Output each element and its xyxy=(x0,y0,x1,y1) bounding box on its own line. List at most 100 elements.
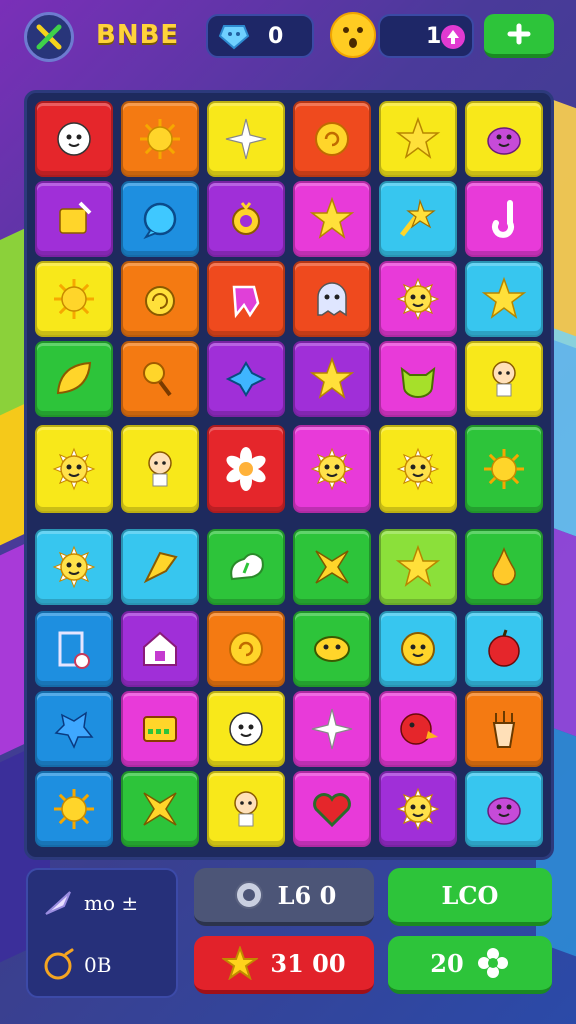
fish-icon xyxy=(314,636,350,662)
board-tile[interactable] xyxy=(121,529,199,605)
board-tile[interactable] xyxy=(465,611,543,687)
board-tile[interactable] xyxy=(379,425,457,513)
flower-icon xyxy=(477,948,508,978)
sun-icon xyxy=(54,789,94,829)
board-tile[interactable] xyxy=(207,691,285,767)
add-button[interactable] xyxy=(484,14,554,58)
board-tile[interactable] xyxy=(35,181,113,257)
board-tile[interactable] xyxy=(465,261,543,337)
mitten-icon xyxy=(232,285,260,319)
green-top-label: LCO xyxy=(441,880,499,910)
gems-counter: 0 xyxy=(206,14,314,58)
board-tile[interactable] xyxy=(293,341,371,417)
board-tile[interactable] xyxy=(465,341,543,417)
board-tile[interactable] xyxy=(379,341,457,417)
board-tile[interactable] xyxy=(293,529,371,605)
board-tile[interactable] xyxy=(207,611,285,687)
board-tile[interactable] xyxy=(121,611,199,687)
board-tile[interactable] xyxy=(465,425,543,513)
board-tile[interactable] xyxy=(121,181,199,257)
sun-face-icon xyxy=(52,447,96,491)
board-tile[interactable] xyxy=(379,181,457,257)
board-tile[interactable] xyxy=(207,181,285,257)
board-tile[interactable] xyxy=(293,261,371,337)
board-tile[interactable] xyxy=(121,771,199,847)
star-icon xyxy=(309,356,355,399)
plus-icon xyxy=(507,23,531,45)
board-tile[interactable] xyxy=(35,425,113,513)
sun-icon xyxy=(140,119,180,159)
board-tile[interactable] xyxy=(465,691,543,767)
menu-button[interactable] xyxy=(24,12,74,62)
blob-icon xyxy=(487,127,521,155)
board-tile[interactable] xyxy=(293,101,371,177)
splat-icon xyxy=(54,711,94,749)
board-tile[interactable] xyxy=(207,341,285,417)
board-tile[interactable] xyxy=(379,691,457,767)
board-tile[interactable] xyxy=(379,261,457,337)
heart-icon xyxy=(313,793,351,828)
smile-icon xyxy=(401,632,435,666)
gray-button-label: L6 0 xyxy=(277,880,337,910)
board-tile[interactable] xyxy=(35,611,113,687)
bird-icon xyxy=(400,713,438,745)
board-tile[interactable] xyxy=(207,529,285,605)
doll-icon xyxy=(148,451,172,487)
board-tile[interactable] xyxy=(379,529,457,605)
door-icon xyxy=(58,631,90,669)
board-tile[interactable] xyxy=(35,691,113,767)
board-tile[interactable] xyxy=(465,771,543,847)
board-tile[interactable] xyxy=(35,261,113,337)
info-row-1: mo ± xyxy=(42,888,138,918)
board-tile[interactable] xyxy=(293,691,371,767)
sun-icon xyxy=(54,279,94,319)
hook-icon xyxy=(492,200,514,238)
game-board xyxy=(24,90,554,860)
stars-button[interactable]: 31 00 xyxy=(194,936,374,994)
board-tile[interactable] xyxy=(121,341,199,417)
board-tile[interactable] xyxy=(121,261,199,337)
star-wand-icon xyxy=(400,198,436,237)
red-button-label: 31 00 xyxy=(270,948,346,978)
green-top-button[interactable]: LCO xyxy=(388,868,552,926)
settings-score-button[interactable]: L6 0 xyxy=(194,868,374,926)
board-tile[interactable] xyxy=(35,101,113,177)
board-tile[interactable] xyxy=(465,529,543,605)
green-bottom-button[interactable]: 20 xyxy=(388,936,552,994)
bubble-icon xyxy=(143,202,177,240)
star-icon xyxy=(481,276,527,319)
board-tile[interactable] xyxy=(207,425,285,513)
leaf-icon xyxy=(56,361,92,395)
x-star-icon xyxy=(315,550,349,584)
level-counter: 1 xyxy=(378,14,474,58)
x-star-icon xyxy=(143,792,177,826)
board-tile[interactable] xyxy=(379,101,457,177)
board-tile[interactable] xyxy=(35,771,113,847)
board-tile[interactable] xyxy=(121,101,199,177)
sun-face-icon xyxy=(396,787,440,831)
board-tile[interactable] xyxy=(379,771,457,847)
board-tile[interactable] xyxy=(465,181,543,257)
gems-value: 0 xyxy=(268,23,284,49)
sun-face-icon xyxy=(396,447,440,491)
board-tile[interactable] xyxy=(465,101,543,177)
flower-icon xyxy=(226,447,266,491)
board-tile[interactable] xyxy=(207,261,285,337)
board-tile[interactable] xyxy=(293,181,371,257)
upgrade-icon xyxy=(441,25,465,49)
star-icon xyxy=(395,544,441,587)
board-tile[interactable] xyxy=(293,425,371,513)
board-tile[interactable] xyxy=(293,771,371,847)
board-tile[interactable] xyxy=(121,691,199,767)
board-tile[interactable] xyxy=(293,611,371,687)
board-tile[interactable] xyxy=(121,425,199,513)
board-tile[interactable] xyxy=(207,101,285,177)
face-icon xyxy=(57,122,91,156)
feather-icon xyxy=(45,891,71,915)
board-tile[interactable] xyxy=(207,771,285,847)
wand-icon xyxy=(143,362,172,397)
mood-face-icon[interactable] xyxy=(330,12,376,58)
board-tile[interactable] xyxy=(35,341,113,417)
board-tile[interactable] xyxy=(35,529,113,605)
board-tile[interactable] xyxy=(379,611,457,687)
